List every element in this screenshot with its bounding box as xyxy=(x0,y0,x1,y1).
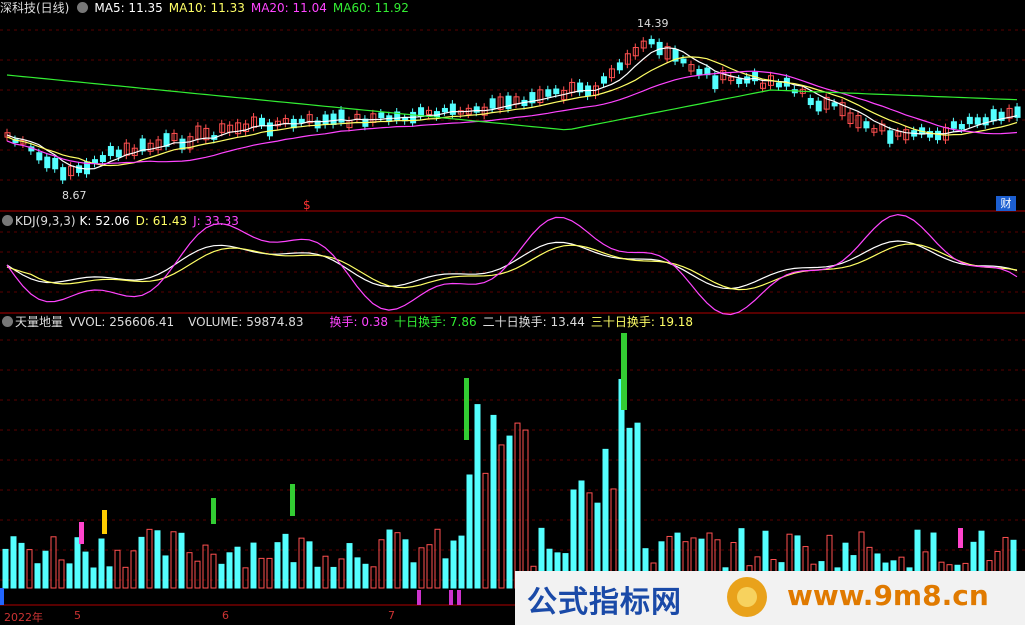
volume-settings-icon[interactable] xyxy=(2,316,13,327)
watermark-logo-icon xyxy=(727,577,767,617)
event-marker[interactable]: $ xyxy=(303,197,311,213)
kdj-d-value: D: 61.43 xyxy=(135,214,188,228)
vvol-value: VVOL: 256606.41 xyxy=(69,315,175,329)
volume-value: VOLUME: 59874.83 xyxy=(188,315,304,329)
ma10-value: MA10: 11.33 xyxy=(168,1,245,15)
finance-badge[interactable]: 财 xyxy=(996,196,1016,211)
volume-bars xyxy=(0,333,1017,605)
watermark-left-text: 公式指标网 xyxy=(527,585,682,620)
high-price-label: 14.39 xyxy=(637,17,669,30)
watermark-right-text: www.9m8.cn xyxy=(787,579,989,612)
axis-month-7: 7 xyxy=(388,609,395,622)
axis-month-6: 6 xyxy=(222,609,229,622)
kdj-header: KDJ(9,3,3) K: 52.06 D: 61.43 J: 33.33 xyxy=(0,213,245,229)
volume-title[interactable]: 天量地量 xyxy=(15,315,63,329)
kdj-k-value: K: 52.06 xyxy=(79,214,130,228)
price-header: 深科技(日线) MA5: 11.35 MA10: 11.33 MA20: 11.04 M… xyxy=(0,0,415,16)
stock-title[interactable]: 深科技(日线) xyxy=(0,1,69,15)
ma20-value: MA20: 11.04 xyxy=(250,1,327,15)
settings-icon[interactable] xyxy=(77,2,89,13)
kdj-j-value: J: 33.33 xyxy=(193,214,239,228)
kdj-title[interactable]: KDJ(9,3,3) xyxy=(15,214,76,228)
ma60-value: MA60: 11.92 xyxy=(332,1,409,15)
turnover-value: 换手: 0.38 xyxy=(329,315,389,329)
turnover20-value: 二十日换手: 13.44 xyxy=(482,315,585,329)
turnover30-value: 三十日换手: 19.18 xyxy=(590,315,694,329)
stock-chart[interactable] xyxy=(0,0,1025,625)
kdj-settings-icon[interactable] xyxy=(2,215,13,226)
ma5-value: MA5: 11.35 xyxy=(94,1,163,15)
kdj-lines xyxy=(6,213,1018,316)
axis-year-label: 2022年 xyxy=(4,611,43,624)
axis-month-5: 5 xyxy=(74,609,81,622)
low-price-label: 8.67 xyxy=(62,189,87,202)
watermark-banner: 公式指标网 www.9m8.cn xyxy=(515,571,1025,625)
volume-header: 天量地量 VVOL: 256606.41 VOLUME: 59874.83 换手: 0… xyxy=(0,314,699,330)
turnover10-value: 十日换手: 7.86 xyxy=(394,315,477,329)
